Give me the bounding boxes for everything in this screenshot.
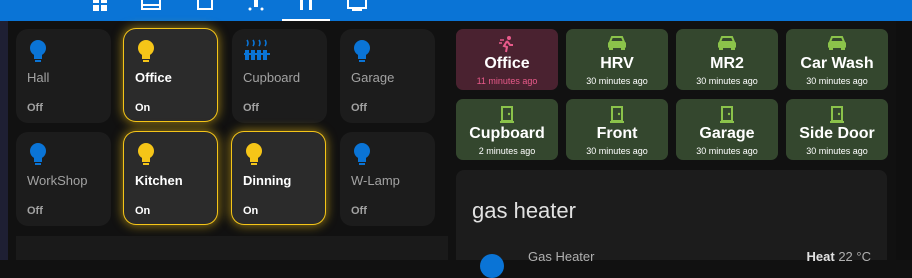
badge-time: 30 minutes ago bbox=[696, 76, 758, 86]
car-icon bbox=[566, 35, 668, 51]
door-icon bbox=[456, 105, 558, 123]
light-state: Off bbox=[27, 205, 43, 217]
light-tile[interactable]: Garage Off bbox=[340, 29, 435, 123]
heat-mode: Heat bbox=[806, 249, 835, 264]
light-tile[interactable]: Kitchen On bbox=[124, 132, 217, 224]
light-tile[interactable]: Office On bbox=[124, 29, 217, 121]
sensor-badge[interactable]: MR2 30 minutes ago bbox=[676, 29, 778, 90]
car-icon bbox=[676, 35, 778, 51]
lightbulb-icon bbox=[135, 141, 157, 172]
sensor-badge[interactable]: Side Door 30 minutes ago bbox=[786, 99, 888, 160]
light-name: WorkShop bbox=[27, 173, 88, 188]
door-icon bbox=[676, 105, 778, 123]
tab-media[interactable] bbox=[329, 0, 385, 21]
badge-time: 30 minutes ago bbox=[806, 146, 868, 156]
badge-time: 2 minutes ago bbox=[478, 146, 536, 156]
light-name: Garage bbox=[351, 70, 395, 85]
radiator-icon bbox=[243, 38, 271, 69]
right-sidebar-edge bbox=[896, 21, 912, 260]
sofa-icon bbox=[197, 0, 213, 10]
light-tile[interactable]: Dinning On bbox=[232, 132, 325, 224]
tab-bedroom[interactable] bbox=[123, 0, 179, 21]
light-state: Off bbox=[243, 102, 259, 114]
light-state: On bbox=[135, 205, 151, 217]
badge-name: Side Door bbox=[799, 125, 875, 142]
sensor-badge[interactable]: HRV 30 minutes ago bbox=[566, 29, 668, 90]
badge-name: Garage bbox=[699, 125, 755, 142]
tab-livingroom[interactable] bbox=[177, 0, 233, 21]
temperature: 22 °C bbox=[838, 249, 871, 264]
badge-time: 11 minutes ago bbox=[476, 76, 538, 86]
gas-heater-card: gas heater Gas Heater Heat 22 °C bbox=[456, 170, 887, 278]
tab-overview[interactable] bbox=[72, 0, 128, 21]
tab-garden[interactable] bbox=[228, 0, 284, 21]
entity-state[interactable]: Heat 22 °C bbox=[807, 249, 871, 264]
light-state: Off bbox=[27, 102, 43, 114]
sensor-badge[interactable]: Garage 30 minutes ago bbox=[676, 99, 778, 160]
light-tile[interactable]: Cupboard Off bbox=[232, 29, 327, 123]
light-name: Dinning bbox=[243, 173, 292, 188]
sensor-badge[interactable]: Office 11 minutes ago bbox=[456, 29, 558, 90]
people-icon bbox=[300, 0, 312, 10]
badge-name: Car Wash bbox=[800, 55, 874, 72]
motion-icon bbox=[456, 35, 558, 53]
lightbulb-icon bbox=[135, 38, 157, 69]
sidebar-toggle[interactable] bbox=[882, 0, 912, 21]
badge-name: Office bbox=[484, 55, 530, 72]
light-tile[interactable]: Hall Off bbox=[16, 29, 111, 123]
light-name: Cupboard bbox=[243, 70, 301, 85]
light-tile[interactable]: WorkShop Off bbox=[16, 132, 111, 226]
fire-icon[interactable] bbox=[480, 254, 504, 278]
monitor-icon bbox=[347, 0, 367, 11]
tab-presence[interactable] bbox=[278, 0, 334, 21]
light-tile[interactable]: W-Lamp Off bbox=[340, 132, 435, 226]
card-title: gas heater bbox=[472, 198, 576, 223]
light-state: On bbox=[135, 102, 151, 114]
sensor-badge[interactable]: Car Wash 30 minutes ago bbox=[786, 29, 888, 90]
sprinkler-icon bbox=[248, 0, 264, 11]
light-state: On bbox=[243, 205, 259, 217]
badge-name: Front bbox=[596, 125, 638, 142]
light-name: Kitchen bbox=[135, 173, 183, 188]
sensor-badge[interactable]: Cupboard 2 minutes ago bbox=[456, 99, 558, 160]
lightbulb-icon bbox=[27, 141, 49, 172]
left-sidebar-edge bbox=[0, 21, 8, 260]
door-icon bbox=[566, 105, 668, 123]
entity-name[interactable]: Gas Heater bbox=[528, 249, 594, 264]
lightbulb-icon bbox=[351, 141, 373, 172]
lightbulb-icon bbox=[351, 38, 373, 69]
badge-name: MR2 bbox=[710, 55, 744, 72]
badge-time: 30 minutes ago bbox=[586, 76, 648, 86]
badge-time: 30 minutes ago bbox=[586, 146, 648, 156]
light-state: Off bbox=[351, 205, 367, 217]
lights-panel-lower bbox=[16, 236, 448, 260]
app-toolbar bbox=[0, 0, 912, 21]
light-name: W-Lamp bbox=[351, 173, 400, 188]
bed-icon bbox=[141, 0, 161, 10]
lightbulb-icon bbox=[243, 141, 265, 172]
car-icon bbox=[786, 35, 888, 51]
badge-time: 30 minutes ago bbox=[806, 76, 868, 86]
lightbulb-icon bbox=[27, 38, 49, 69]
light-name: Hall bbox=[27, 70, 50, 85]
badge-name: Cupboard bbox=[469, 125, 545, 142]
overview-icon bbox=[93, 0, 107, 11]
badge-time: 30 minutes ago bbox=[696, 146, 758, 156]
light-name: Office bbox=[135, 70, 172, 85]
light-state: Off bbox=[351, 102, 367, 114]
badge-name: HRV bbox=[600, 55, 634, 72]
door-icon bbox=[786, 105, 888, 123]
sensor-badge[interactable]: Front 30 minutes ago bbox=[566, 99, 668, 160]
